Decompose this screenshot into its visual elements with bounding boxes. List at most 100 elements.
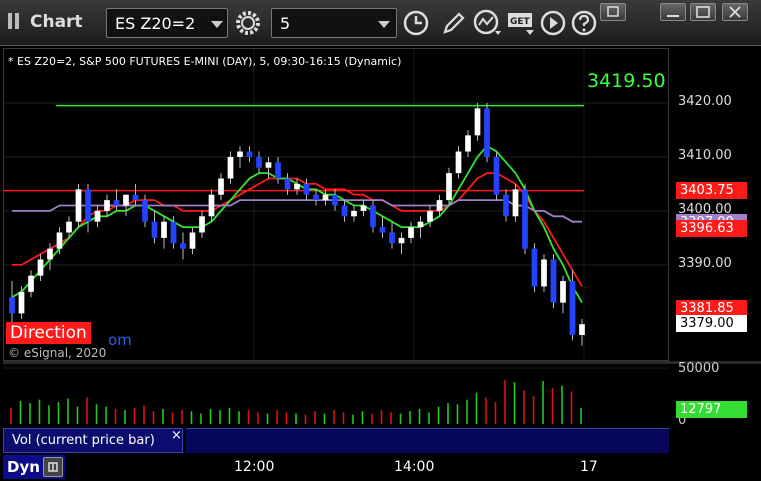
candle-body-35 (341, 205, 348, 217)
candle-body-3 (37, 259, 44, 276)
interval-value: 5 (280, 14, 291, 33)
time-label-1: 14:00 (394, 459, 435, 475)
window-title: Chart (30, 12, 83, 32)
candle-body-58 (560, 281, 566, 303)
time-axis (0, 453, 761, 481)
candle-body-44 (427, 210, 433, 222)
candle-body-2 (28, 275, 34, 292)
high-line-label: 3419.50 (587, 70, 666, 92)
candle-body-48 (465, 135, 471, 152)
price-tick-1: 3410.00 (678, 147, 732, 163)
candle-body-38 (370, 205, 376, 228)
candle-body-21 (208, 194, 215, 217)
candle-body-9 (94, 210, 101, 222)
volume-tick-max: 50000 (678, 361, 720, 376)
candle-body-33 (322, 194, 329, 201)
candle-body-16 (161, 221, 167, 238)
esignal-logo-icon (8, 13, 28, 29)
candle-body-4 (47, 248, 53, 260)
copyright-text: © eSignal, 2020 (8, 346, 107, 360)
dynamic-label: Dyn (7, 458, 40, 476)
clock-icon[interactable] (401, 9, 431, 37)
candle-body-17 (170, 221, 177, 244)
candle-body-57 (550, 259, 557, 303)
candle-body-15 (151, 221, 158, 238)
indicator-icon[interactable] (473, 9, 503, 37)
candle-body-0 (9, 297, 15, 314)
chevron-down-icon[interactable] (378, 21, 390, 28)
volume-pane[interactable] (3, 364, 669, 428)
candle-body-50 (484, 108, 490, 157)
candle-body-39 (379, 227, 386, 233)
candle-body-12 (123, 194, 129, 206)
candle-body-46 (446, 173, 452, 201)
chart-title: * ES Z20=2, S&P 500 FUTURES E-MINI (DAY)… (8, 55, 402, 68)
svg-text:GET: GET (510, 17, 531, 27)
get-icon[interactable]: GET (506, 9, 536, 37)
candle-body-59 (569, 281, 576, 336)
candle-body-24 (237, 151, 243, 157)
tab-volume-study[interactable]: Vol (current price bar) (3, 428, 183, 453)
settings-gear-icon[interactable] (233, 9, 263, 37)
candle-body-43 (417, 221, 424, 228)
candle-body-32 (313, 194, 319, 201)
window-titlebar: Chart ES Z20=2 5 GET (0, 0, 761, 46)
price-chart (4, 49, 670, 362)
close-icon[interactable] (722, 3, 748, 21)
minimize-icon[interactable] (660, 3, 686, 21)
candle-body-20 (199, 216, 205, 233)
price-tick-3: 3390.00 (678, 255, 732, 271)
candle-body-54 (522, 189, 528, 249)
tab-volume-study-label: Vol (current price bar) (12, 433, 155, 448)
candle-body-11 (113, 200, 120, 206)
candle-body-22 (218, 178, 224, 195)
play-icon[interactable] (538, 9, 568, 37)
candle-body-49 (474, 108, 481, 136)
candle-body-7 (75, 189, 82, 222)
symbol-value: ES Z20=2 (115, 14, 196, 33)
candle-body-31 (303, 183, 310, 195)
close-tab-icon[interactable]: × (171, 428, 182, 443)
candle-body-30 (294, 183, 300, 190)
candle-body-6 (66, 221, 72, 233)
volume-chart (3, 367, 669, 424)
candle-body-18 (180, 243, 186, 249)
price-pane[interactable] (3, 48, 670, 362)
candle-body-27 (265, 162, 272, 168)
time-label-0: 12:00 (234, 459, 275, 475)
candle-body-14 (142, 200, 148, 222)
pencil-icon[interactable] (439, 9, 469, 37)
candle-body-5 (56, 232, 63, 249)
maximize-icon[interactable] (690, 3, 716, 21)
candle-body-10 (104, 200, 110, 211)
price-tag-2: 3396.63 (676, 220, 747, 238)
candle-body-19 (189, 232, 196, 249)
restore-icon[interactable] (600, 3, 626, 21)
candle-body-55 (531, 248, 538, 287)
volume-current-tag: 12797 (676, 401, 747, 419)
candle-body-51 (493, 156, 500, 195)
candle-body-1 (18, 291, 25, 314)
chevron-down-icon[interactable] (211, 21, 223, 28)
candle-body-8 (85, 189, 91, 222)
price-tag-4: 3379.00 (676, 315, 747, 333)
candle-body-40 (389, 232, 395, 244)
candle-body-60 (579, 324, 585, 336)
candle-body-13 (132, 194, 139, 201)
candle-body-56 (541, 259, 547, 287)
candle-body-25 (246, 151, 253, 157)
direction-badge: Direction (6, 322, 91, 344)
help-icon[interactable] (569, 9, 599, 37)
candle-body-36 (351, 210, 357, 217)
interval-input[interactable]: 5 (271, 8, 397, 38)
direction-tail: om (108, 331, 132, 349)
candle-body-42 (408, 227, 414, 238)
candle-body-41 (398, 237, 405, 244)
price-tag-0: 3403.75 (676, 181, 747, 199)
candle-body-34 (332, 194, 338, 206)
time-label-2: 17 (580, 459, 598, 475)
candle-body-53 (512, 189, 519, 217)
price-tick-0: 3420.00 (678, 93, 732, 109)
dynamic-lock-icon[interactable] (43, 457, 63, 477)
symbol-input[interactable]: ES Z20=2 (106, 8, 228, 38)
